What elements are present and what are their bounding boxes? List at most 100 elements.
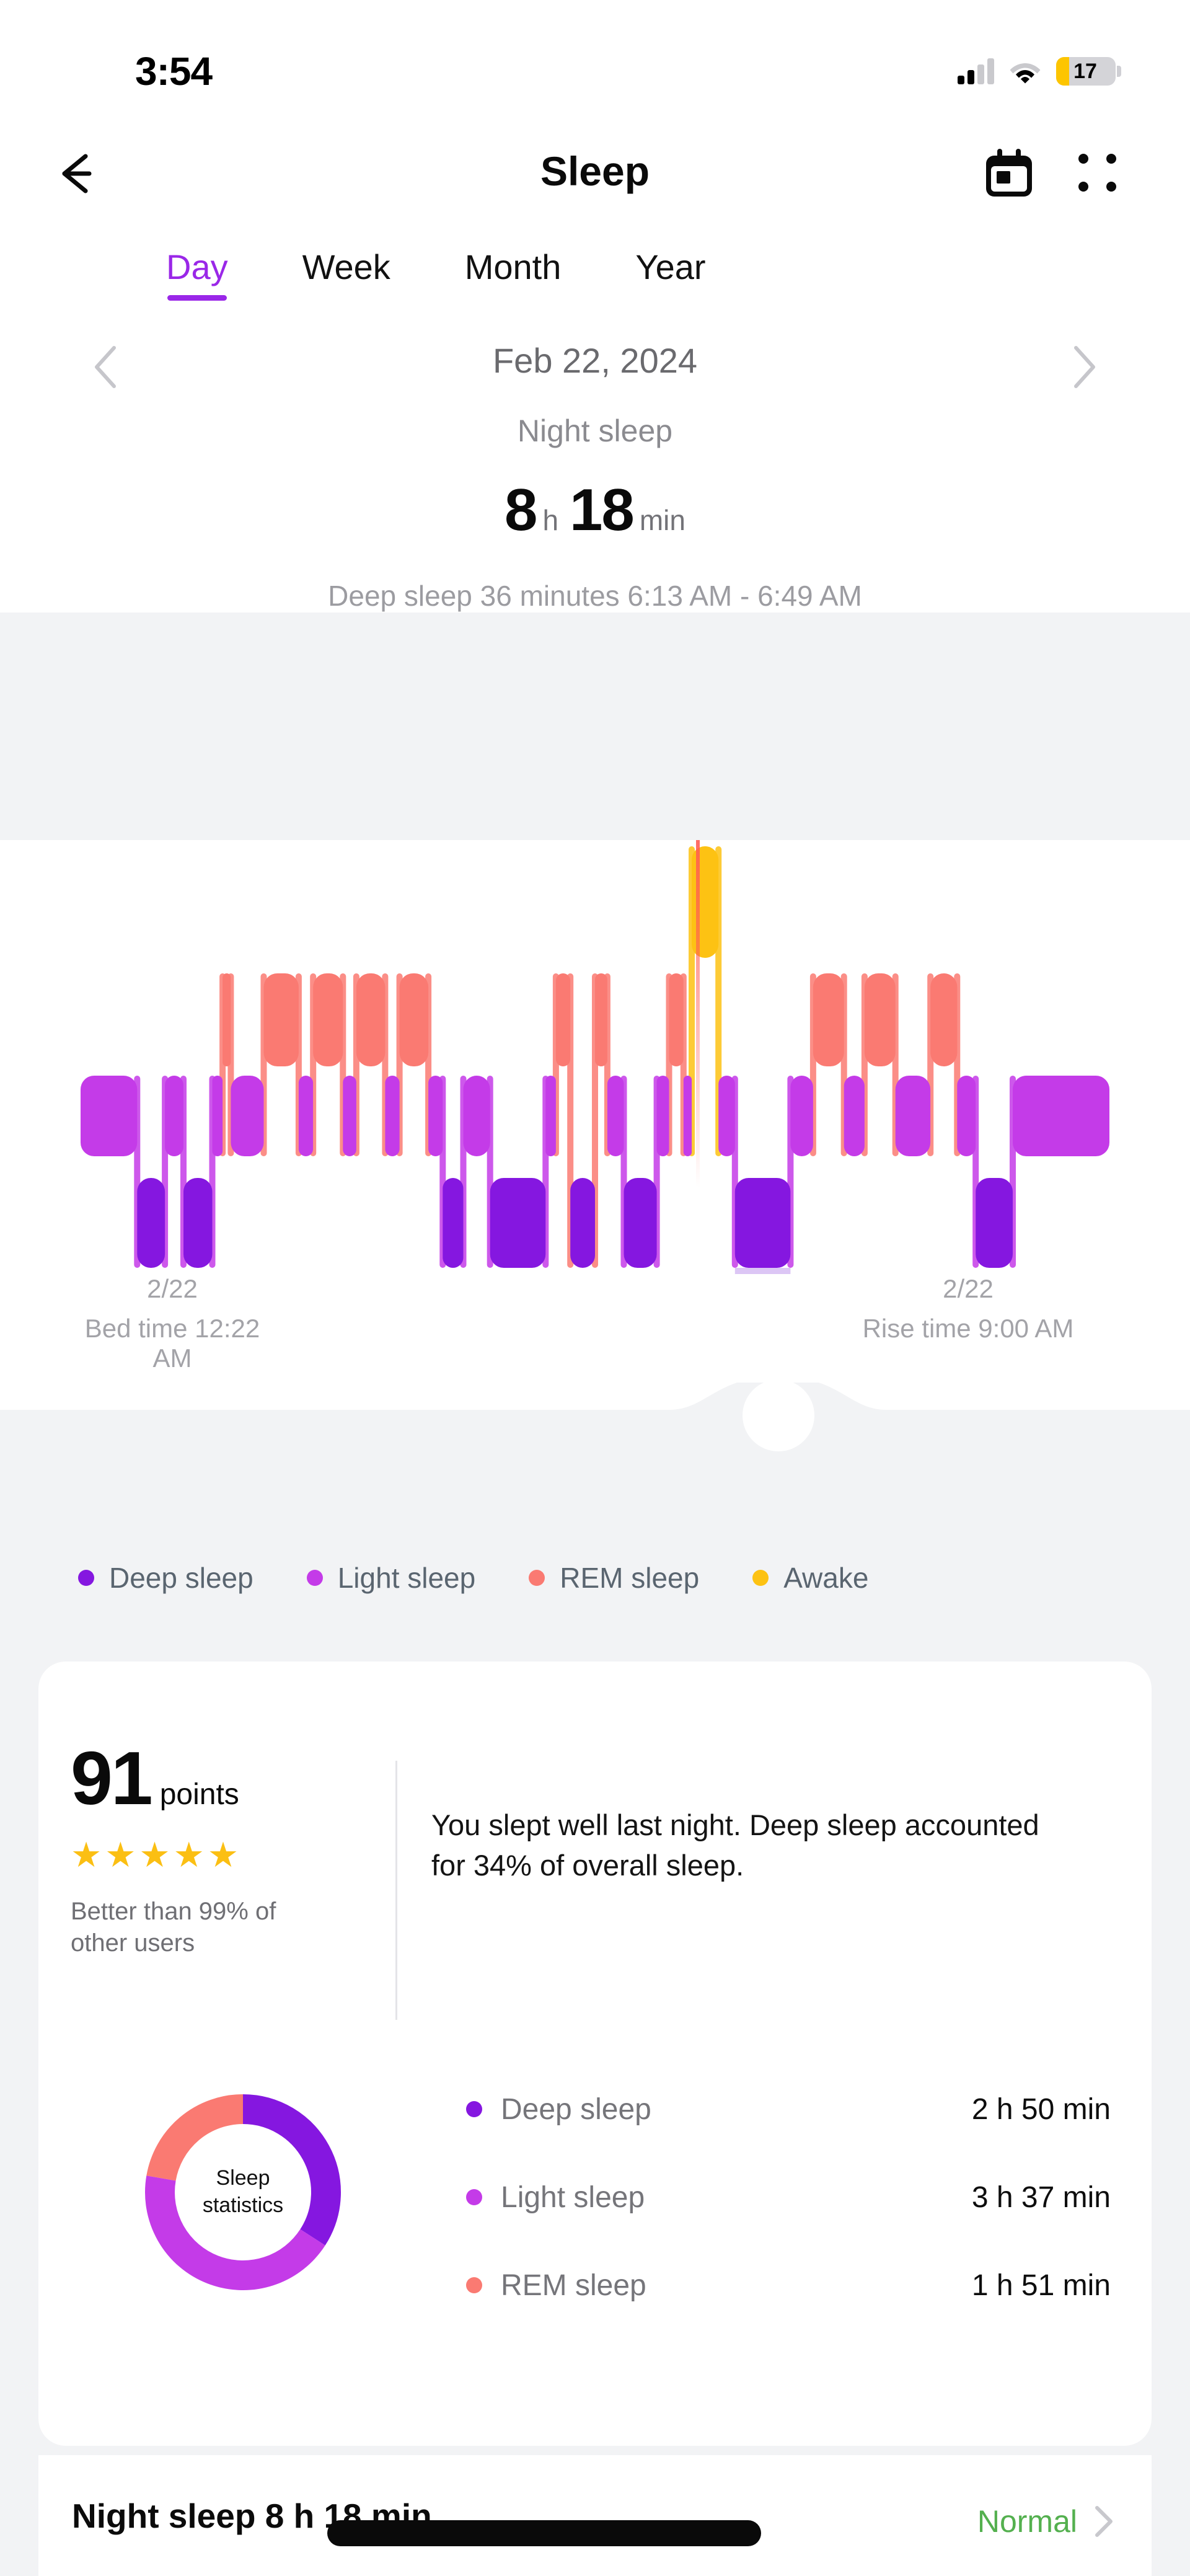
stat-row-deep-sleep: Deep sleep 2 h 50 min	[466, 2074, 1111, 2144]
hypnogram-segment	[570, 1178, 595, 1268]
hypnogram-segment	[399, 973, 429, 1066]
duration-hours: 8	[505, 477, 537, 543]
rise-date: 2/22	[943, 1274, 994, 1303]
hypnogram-segment	[656, 1076, 669, 1156]
legend-dot-rem-sleep	[529, 1570, 545, 1586]
bed-date: 2/22	[147, 1274, 198, 1303]
stat-row-light-sleep: Light sleep 3 h 37 min	[466, 2162, 1111, 2232]
legend-item-deep-sleep: Deep sleep	[78, 1561, 253, 1595]
sleep-statistics-donut: Sleep statistics	[138, 2087, 348, 2298]
grid-menu-icon[interactable]	[1076, 151, 1123, 198]
stat-label-deep-sleep: Deep sleep	[501, 2092, 651, 2126]
hypnogram-segment	[734, 1178, 791, 1268]
duration-minutes-unit: min	[639, 504, 685, 536]
hypnogram-segment	[385, 1076, 400, 1156]
bed-time: Bed time 12:22 AM	[84, 1314, 260, 1373]
nav-bar: Sleep	[0, 124, 1190, 223]
stat-value-rem-sleep: 1 h 51 min	[971, 2268, 1111, 2302]
duration-hours-unit: h	[542, 504, 559, 536]
wifi-icon	[1009, 59, 1041, 84]
status-bar-indicators: 17	[958, 57, 1121, 86]
legend-item-light-sleep: Light sleep	[306, 1561, 475, 1595]
stat-value-light-sleep: 3 h 37 min	[971, 2180, 1111, 2214]
battery-icon: 17	[1056, 57, 1121, 86]
hypnogram-segment	[137, 1178, 165, 1268]
stat-row-rem-sleep: REM sleep 1 h 51 min	[466, 2251, 1111, 2320]
hypnogram-segment	[976, 1178, 1013, 1268]
stat-label-light-sleep: Light sleep	[501, 2180, 645, 2214]
hypnogram-segment	[718, 1076, 735, 1156]
stat-value-deep-sleep: 2 h 50 min	[971, 2092, 1111, 2126]
hypnogram-segment	[844, 1076, 865, 1156]
hypnogram-selection-marker	[734, 1268, 791, 1274]
hypnogram-segment	[231, 1076, 264, 1156]
deep-sleep-note: Deep sleep 36 minutes 6:13 AM - 6:49 AM	[328, 580, 862, 612]
hypnogram-segment	[930, 973, 958, 1066]
hypnogram-segment	[555, 973, 571, 1066]
donut-center-line2: statistics	[202, 2193, 284, 2217]
legend-item-awake: Awake	[752, 1561, 868, 1595]
score-message: You slept well last night. Deep sleep ac…	[431, 1808, 1039, 1882]
hypnogram-segment	[957, 1076, 976, 1156]
hypnogram-segment	[298, 1076, 314, 1156]
score-points: 91	[71, 1736, 153, 1820]
rise-time-group: 2/22 Rise time 9:00 AM	[813, 1274, 1123, 1343]
hypnogram-segment	[223, 973, 231, 1066]
rise-time: Rise time 9:00 AM	[862, 1314, 1074, 1343]
hypnogram-segment	[813, 973, 844, 1066]
hypnogram-plot	[81, 840, 1109, 1274]
hypnogram-segment	[183, 1178, 213, 1268]
hypnogram-segment	[595, 973, 607, 1066]
hypnogram-segment	[443, 1178, 464, 1268]
bed-time-group: 2/22 Bed time 12:22 AM	[79, 1274, 265, 1373]
bottom-sheet-notch	[0, 1383, 1190, 1494]
night-sleep-row[interactable]: Night sleep 8 h 18 min Normal	[38, 2455, 1152, 2576]
hypnogram-segment	[1013, 1076, 1109, 1156]
sleep-score-card: 91 points ★★★★★ Better than 99% of other…	[38, 1662, 1152, 2446]
hypnogram-segment	[895, 1076, 931, 1156]
sleep-duration: 8 h 18 min	[0, 449, 1190, 544]
hypnogram-segment	[343, 1076, 356, 1156]
hypnogram-segment	[313, 973, 343, 1066]
hypnogram-segment	[165, 1076, 183, 1156]
home-indicator	[327, 2520, 761, 2546]
night-sleep-status-group: Normal	[977, 2503, 1116, 2539]
hypnogram-highlight-line	[696, 840, 700, 1187]
score-comparison: Better than 99% of other users	[71, 1898, 276, 1957]
hypnogram-segment	[81, 1076, 138, 1156]
legend-item-rem-sleep: REM sleep	[529, 1561, 699, 1595]
sleep-stats-list: Deep sleep 2 h 50 min Light sleep 3 h 37…	[466, 2074, 1111, 2339]
stage-legend: Deep sleep Light sleep REM sleep Awake	[0, 1494, 1190, 1662]
score-row: 91 points	[71, 1735, 381, 1821]
chevron-right-icon[interactable]	[1091, 2504, 1116, 2539]
duration-minutes: 18	[570, 477, 635, 543]
hypnogram-segment	[790, 1076, 813, 1156]
sleep-screen: 3:54 17 Sleep Day Week Month Year Feb 22…	[0, 0, 1190, 2576]
hypnogram-segment	[683, 1076, 692, 1156]
sleep-summary: Night sleep 8 h 18 min Deep sleep 36 min…	[0, 403, 1190, 613]
legend-label-deep-sleep: Deep sleep	[109, 1562, 253, 1594]
legend-dot-awake	[752, 1570, 769, 1586]
hypnogram-segment	[212, 1076, 223, 1156]
donut-center-line1: Sleep	[216, 2166, 270, 2190]
sheet-drag-handle[interactable]	[0, 1383, 1190, 1494]
hypnogram-svg	[81, 840, 1109, 1274]
hypnogram-segment	[545, 1076, 556, 1156]
sleep-type-label: Night sleep	[517, 414, 673, 448]
hypnogram-segment	[428, 1076, 443, 1156]
stat-dot-rem-sleep	[466, 2277, 482, 2293]
hypnogram-segment	[624, 1178, 657, 1268]
card-divider	[395, 1761, 397, 2020]
hypnogram-segment	[607, 1076, 624, 1156]
hypnogram-segment	[669, 973, 684, 1066]
hypnogram-segment	[864, 973, 896, 1066]
hypnogram-chart[interactable]	[0, 840, 1190, 1274]
hypnogram-segment	[692, 846, 719, 958]
legend-dot-light-sleep	[306, 1570, 323, 1586]
status-badge: Normal	[977, 2504, 1077, 2539]
legend-label-awake: Awake	[783, 1562, 869, 1594]
calendar-icon[interactable]	[983, 148, 1035, 200]
hypnogram-segment	[490, 1178, 546, 1268]
battery-level: 17	[1073, 59, 1097, 83]
chart-axis-labels: 2/22 Bed time 12:22 AM 2/22 Rise time 9:…	[0, 1274, 1190, 1383]
